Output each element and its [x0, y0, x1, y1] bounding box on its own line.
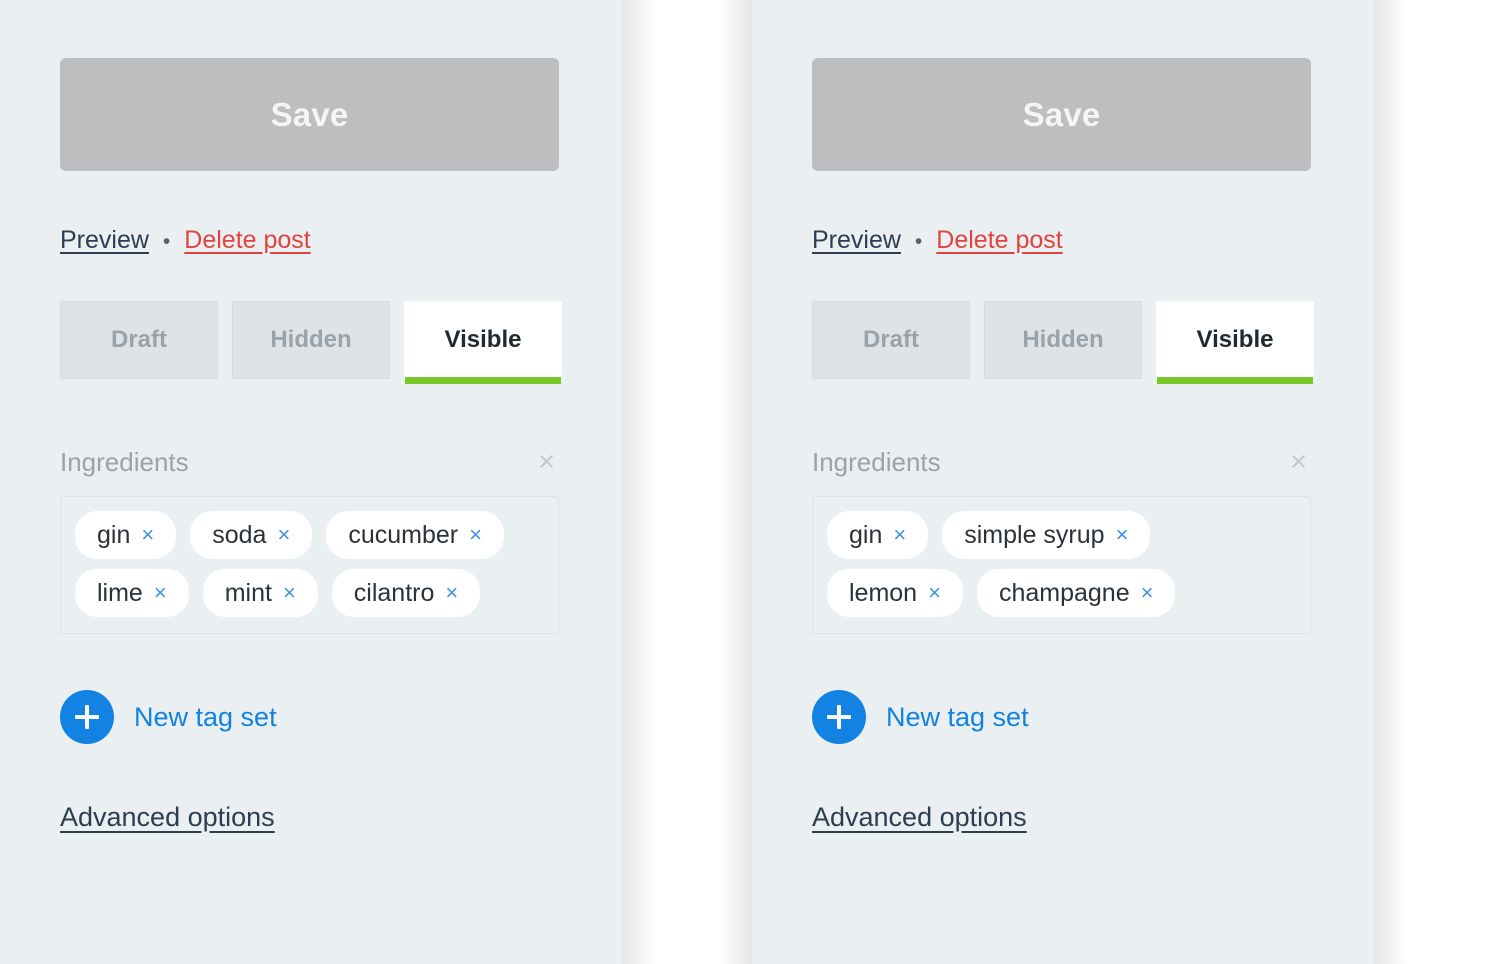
- tab-hidden-label: Hidden: [270, 326, 352, 353]
- tag-label: cucumber: [348, 520, 459, 549]
- tag-list: gin × soda × cucumber × lime × mint × ci…: [60, 496, 559, 634]
- tag-label: lemon: [849, 578, 918, 607]
- tag-chip[interactable]: lemon ×: [827, 569, 963, 617]
- preview-link[interactable]: Preview: [812, 226, 901, 255]
- tag-label: cilantro: [353, 578, 435, 607]
- actions-separator: •: [162, 230, 171, 253]
- plus-icon: [812, 690, 866, 744]
- preview-link[interactable]: Preview: [60, 226, 149, 255]
- tag-remove-icon[interactable]: ×: [141, 524, 154, 546]
- tag-remove-icon[interactable]: ×: [445, 582, 458, 604]
- advanced-options-link[interactable]: Advanced options: [60, 802, 275, 833]
- tab-draft-label: Draft: [862, 326, 919, 353]
- post-actions-row: Preview • Delete post: [60, 226, 622, 255]
- tab-draft[interactable]: Draft: [60, 301, 218, 379]
- tag-remove-icon[interactable]: ×: [928, 582, 941, 604]
- tag-chip[interactable]: lime ×: [75, 569, 189, 617]
- new-tag-set-label: New tag set: [886, 701, 1029, 732]
- panel-right: Save Preview • Delete post Draft Hidden …: [752, 0, 1374, 964]
- new-tag-set-button[interactable]: New tag set: [60, 690, 277, 744]
- tag-label: champagne: [998, 578, 1130, 607]
- tag-label: simple syrup: [964, 520, 1105, 549]
- tag-remove-icon[interactable]: ×: [277, 524, 290, 546]
- tag-chip[interactable]: champagne ×: [976, 569, 1176, 617]
- plus-icon: [60, 690, 114, 744]
- post-actions-row: Preview • Delete post: [812, 226, 1374, 255]
- tag-remove-icon[interactable]: ×: [469, 524, 482, 546]
- panel-edge-shadow-left: [622, 0, 656, 964]
- tag-label: lime: [97, 578, 143, 607]
- tag-chip[interactable]: cilantro ×: [331, 569, 481, 617]
- advanced-options-link[interactable]: Advanced options: [812, 802, 1027, 833]
- tag-label: gin: [97, 520, 131, 549]
- actions-separator: •: [914, 230, 923, 253]
- tag-remove-icon[interactable]: ×: [1116, 524, 1129, 546]
- panel-left: Save Preview • Delete post Draft Hidden …: [0, 0, 622, 964]
- delete-post-link[interactable]: Delete post: [184, 226, 310, 255]
- tag-chip[interactable]: gin ×: [827, 511, 929, 559]
- tag-group-header: Ingredients ×: [60, 447, 559, 478]
- tab-visible[interactable]: Visible: [404, 301, 562, 384]
- tab-draft-label: Draft: [110, 326, 167, 353]
- visibility-tabs: Draft Hidden Visible: [812, 301, 1374, 384]
- tag-chip[interactable]: gin ×: [75, 511, 177, 559]
- tab-visible[interactable]: Visible: [1156, 301, 1314, 384]
- tab-visible-label: Visible: [444, 326, 522, 353]
- tag-label: soda: [212, 520, 267, 549]
- comparison-stage: Save Preview • Delete post Draft Hidden …: [0, 0, 1500, 964]
- tab-visible-label: Visible: [1196, 326, 1274, 353]
- tag-group-header: Ingredients ×: [812, 447, 1311, 478]
- tag-remove-icon[interactable]: ×: [893, 524, 906, 546]
- new-tag-set-button[interactable]: New tag set: [812, 690, 1029, 744]
- delete-post-link[interactable]: Delete post: [936, 226, 1062, 255]
- tag-chip[interactable]: simple syrup ×: [942, 511, 1151, 559]
- panel-edge-shadow-middle: [718, 0, 752, 964]
- tab-draft[interactable]: Draft: [812, 301, 970, 379]
- tag-remove-icon[interactable]: ×: [154, 582, 167, 604]
- tag-chip[interactable]: soda ×: [190, 511, 313, 559]
- tab-hidden[interactable]: Hidden: [984, 301, 1142, 379]
- tag-list: gin × simple syrup × lemon × champagne ×: [812, 496, 1311, 634]
- save-button[interactable]: Save: [60, 58, 559, 171]
- tag-label: gin: [849, 520, 883, 549]
- close-icon[interactable]: ×: [1286, 448, 1311, 477]
- panel-edge-shadow-right: [1374, 0, 1408, 964]
- tab-hidden[interactable]: Hidden: [232, 301, 390, 379]
- tag-label: mint: [224, 578, 272, 607]
- save-button[interactable]: Save: [812, 58, 1311, 171]
- tag-group-title: Ingredients: [60, 447, 189, 477]
- tag-chip[interactable]: mint ×: [202, 569, 318, 617]
- visibility-tabs: Draft Hidden Visible: [60, 301, 622, 384]
- tab-hidden-label: Hidden: [1022, 326, 1104, 353]
- close-icon[interactable]: ×: [534, 448, 559, 477]
- tag-chip[interactable]: cucumber ×: [326, 511, 504, 559]
- new-tag-set-label: New tag set: [134, 701, 277, 732]
- tag-remove-icon[interactable]: ×: [1141, 582, 1154, 604]
- tag-group-title: Ingredients: [812, 447, 941, 477]
- tag-remove-icon[interactable]: ×: [283, 582, 296, 604]
